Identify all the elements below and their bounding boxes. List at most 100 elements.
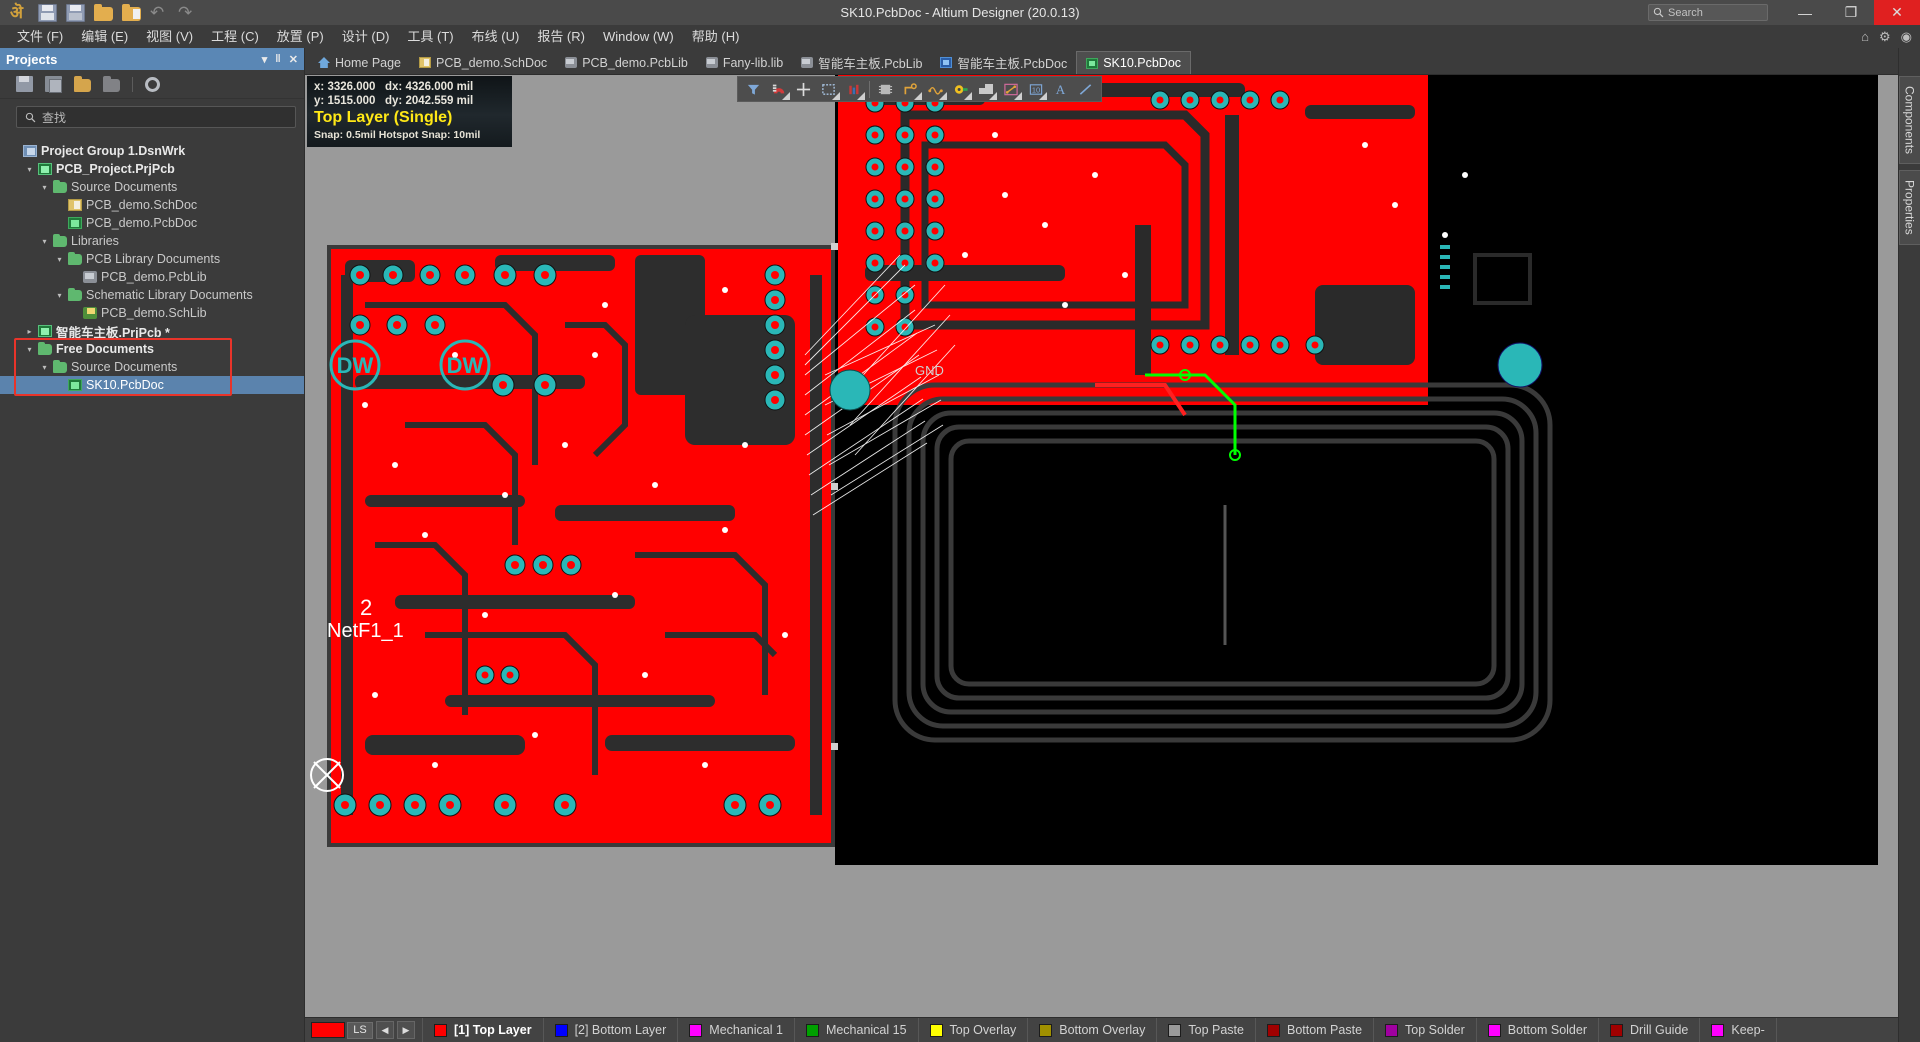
settings-gear-icon[interactable]: ⚙ [1879, 29, 1891, 45]
interactive-routing-icon[interactable] [898, 77, 923, 101]
chevron-down-icon[interactable] [55, 291, 64, 300]
tree-item-pcb-demo-pcblib[interactable]: PCB_demo.PcbLib [0, 268, 304, 286]
layer-tab-top-layer[interactable]: [1] Top Layer [422, 1018, 544, 1042]
tree-item-source-documents[interactable]: Source Documents [0, 178, 304, 196]
tree-item-label: PCB_demo.SchLib [101, 306, 207, 320]
tree-item-pcb-demo-schlib[interactable]: PCB_demo.SchLib [0, 304, 304, 322]
layer-tab-top-solder[interactable]: Top Solder [1374, 1018, 1477, 1042]
tab-pcb-demo-pcblib[interactable]: PCB_demo.PcbLib [556, 51, 697, 74]
open-project-icon[interactable] [122, 7, 141, 21]
place-dimension-icon[interactable]: 10 [1023, 77, 1048, 101]
layer-tab-bottom-paste[interactable]: Bottom Paste [1256, 1018, 1374, 1042]
place-component-icon[interactable] [841, 77, 866, 101]
tree-item-free-documents[interactable]: Free Documents [0, 340, 304, 358]
save-icon[interactable] [38, 4, 57, 22]
menu-file[interactable]: 文件 (F) [8, 25, 72, 48]
chevron-down-icon[interactable] [40, 237, 49, 246]
layer-tab-mechanical-1[interactable]: Mechanical 1 [678, 1018, 795, 1042]
place-track-icon[interactable] [1073, 77, 1098, 101]
close-project-icon[interactable] [103, 79, 120, 92]
place-pad-icon[interactable] [948, 77, 973, 101]
right-tab-components[interactable]: Components [1899, 76, 1920, 164]
layer-next-button[interactable]: ▶ [397, 1021, 415, 1039]
layer-tab-drill-guide[interactable]: Drill Guide [1599, 1018, 1700, 1042]
menu-view[interactable]: 视图 (V) [137, 25, 202, 48]
place-ic-icon[interactable] [873, 77, 898, 101]
panel-close-button[interactable]: ✕ [289, 53, 298, 66]
altium-logo-icon[interactable]: ऄ [10, 4, 29, 22]
tree-item-pcb-project[interactable]: PCB_Project.PrjPcb [0, 160, 304, 178]
save-all-icon[interactable] [66, 4, 85, 22]
filter-icon[interactable] [741, 77, 766, 101]
maximize-button[interactable]: ❐ [1828, 0, 1874, 25]
active-layer-readout: Top Layer (Single) [314, 108, 505, 128]
layer-tab-mechanical-15[interactable]: Mechanical 15 [795, 1018, 919, 1042]
tree-item-sk10-pcbdoc[interactable]: SK10.PcbDoc [0, 376, 304, 394]
compile-documents-icon[interactable] [45, 76, 62, 92]
chevron-right-icon[interactable] [25, 327, 34, 336]
place-line-icon[interactable] [998, 77, 1023, 101]
home-icon[interactable]: ⌂ [1861, 29, 1869, 44]
active-layer-color-swatch[interactable] [311, 1022, 345, 1038]
layer-tab-bottom-overlay[interactable]: Bottom Overlay [1028, 1018, 1157, 1042]
tab-pcb-demo-schdoc[interactable]: PCB_demo.SchDoc [410, 51, 556, 74]
tab-sk10-pcbdoc[interactable]: SK10.PcbDoc [1076, 51, 1191, 74]
save-project-icon[interactable] [16, 76, 33, 92]
tab-home-page[interactable]: Home Page [309, 51, 410, 74]
menu-route[interactable]: 布线 (U) [463, 25, 529, 48]
coordinate-dy-label: dy: [385, 95, 402, 107]
tree-item-pcb-demo-schdoc[interactable]: PCB_demo.SchDoc [0, 196, 304, 214]
open-project-icon[interactable] [74, 79, 91, 92]
minimize-button[interactable]: — [1782, 0, 1828, 25]
chevron-down-icon[interactable] [25, 165, 34, 174]
tree-item-pcb-library-documents[interactable]: PCB Library Documents [0, 250, 304, 268]
chevron-down-icon[interactable] [40, 363, 49, 372]
open-folder-icon[interactable] [94, 7, 113, 21]
layer-tab-bottom-solder[interactable]: Bottom Solder [1477, 1018, 1599, 1042]
projects-search-input[interactable]: 查找 [16, 106, 296, 128]
search-input[interactable]: Search [1648, 4, 1768, 21]
magnet-snap-icon[interactable] [766, 77, 791, 101]
chevron-down-icon[interactable] [55, 255, 64, 264]
tree-item-schematic-library-documents[interactable]: Schematic Library Documents [0, 286, 304, 304]
layer-tab-top-overlay[interactable]: Top Overlay [919, 1018, 1029, 1042]
layer-tab-top-paste[interactable]: Top Paste [1157, 1018, 1256, 1042]
tree-item-free-source-documents[interactable]: Source Documents [0, 358, 304, 376]
panel-pin-button[interactable]: ‖ [275, 53, 280, 66]
place-string-icon[interactable]: A [1048, 77, 1073, 101]
panel-dropdown-button[interactable]: ▾ [262, 53, 268, 66]
close-button[interactable]: ✕ [1874, 0, 1920, 25]
tree-item-smartcar-project[interactable]: 智能车主板.PrjPcb * [0, 322, 304, 340]
place-crosshair-icon[interactable] [791, 77, 816, 101]
place-fill-icon[interactable] [816, 77, 841, 101]
tab-fany-lib[interactable]: Fany-lib.lib [697, 51, 792, 74]
tree-item-pcb-demo-pcbdoc[interactable]: PCB_demo.PcbDoc [0, 214, 304, 232]
project-tree[interactable]: Project Group 1.DsnWrkPCB_Project.PrjPcb… [0, 134, 304, 1042]
project-options-gear-icon[interactable] [145, 77, 160, 92]
tree-item-libraries[interactable]: Libraries [0, 232, 304, 250]
place-polygon-icon[interactable] [973, 77, 998, 101]
redo-icon[interactable]: ↷ [178, 4, 197, 22]
layer-tab-keep-out[interactable]: Keep- [1700, 1018, 1776, 1042]
chevron-down-icon[interactable] [40, 183, 49, 192]
menu-reports[interactable]: 报告 (R) [528, 25, 594, 48]
chevron-down-icon[interactable] [25, 345, 34, 354]
menu-design[interactable]: 设计 (D) [333, 25, 399, 48]
layer-tab-bottom-layer[interactable]: [2] Bottom Layer [544, 1018, 679, 1042]
pcb-canvas[interactable]: DW DW 2 NetF1_1 [305, 75, 1898, 1017]
tab-smartcar-pcbdoc[interactable]: 智能车主板.PcbDoc [931, 51, 1076, 74]
tab-smartcar-pcblib[interactable]: 智能车主板.PcbLib [792, 51, 931, 74]
right-tab-properties[interactable]: Properties [1899, 170, 1920, 245]
menu-help[interactable]: 帮助 (H) [683, 25, 749, 48]
account-icon[interactable]: ◉ [1901, 29, 1912, 45]
menu-place[interactable]: 放置 (P) [268, 25, 333, 48]
differential-pair-routing-icon[interactable] [923, 77, 948, 101]
tree-item-workspace[interactable]: Project Group 1.DsnWrk [0, 142, 304, 160]
menu-project[interactable]: 工程 (C) [202, 25, 268, 48]
menu-edit[interactable]: 编辑 (E) [72, 25, 137, 48]
menu-window[interactable]: Window (W) [594, 25, 683, 48]
layer-sets-button[interactable]: LS [347, 1022, 373, 1039]
menu-tools[interactable]: 工具 (T) [398, 25, 462, 48]
undo-icon[interactable]: ↶ [150, 4, 169, 22]
layer-prev-button[interactable]: ◀ [376, 1021, 394, 1039]
